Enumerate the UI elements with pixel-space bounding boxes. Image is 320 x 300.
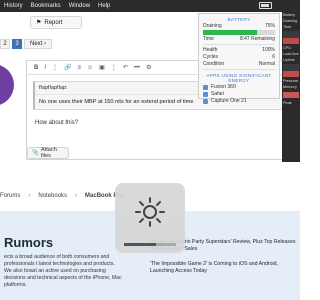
breadcrumb: Forums › Notebooks › MacBook Pro: [0, 193, 123, 199]
draining-value: 75%: [264, 23, 275, 29]
footer-title: Rumors: [4, 235, 54, 250]
page-2-button[interactable]: 2: [0, 39, 10, 49]
energy-app-item[interactable]: Fusion 360: [199, 84, 279, 90]
cycles-label: Cycles: [203, 54, 219, 60]
peak-bar: [283, 92, 299, 98]
stats-side-panel: Battery Draining Time CPU Load Ave Uptim…: [282, 12, 300, 162]
footer-description: ects a broad audience of both consumers …: [4, 254, 122, 288]
menu-bookmarks[interactable]: Bookmarks: [31, 3, 61, 9]
condition-label: Condition: [203, 61, 225, 67]
battery-icon[interactable]: [259, 2, 272, 9]
breadcrumb-forums[interactable]: Forums: [0, 193, 20, 199]
undo-icon[interactable]: ↶: [123, 64, 128, 71]
list-icon[interactable]: ≡: [78, 65, 82, 71]
condition-value: Normal: [258, 61, 275, 67]
link-icon[interactable]: 🔗: [64, 64, 71, 71]
brightness-level-fill: [124, 243, 157, 246]
stat-label: Memory: [283, 85, 297, 89]
italic-button[interactable]: I: [44, 65, 46, 71]
draining-label: Draining: [203, 23, 222, 29]
stat-label: Uptime: [283, 58, 296, 62]
reply-text[interactable]: How about this?: [35, 120, 299, 126]
health-row: Health 100%: [199, 47, 279, 53]
chevron-right-icon: ›: [44, 41, 47, 47]
news-item[interactable]: 'The Impossible Game 2' is Coming to iOS…: [150, 261, 300, 275]
report-label: Report: [44, 19, 63, 26]
more-format-icon[interactable]: ⋮: [52, 64, 58, 71]
next-page-button[interactable]: Next ›: [24, 39, 53, 49]
condition-row: Condition Normal: [199, 61, 279, 67]
menu-history[interactable]: History: [4, 3, 23, 9]
health-value: 100%: [262, 47, 275, 53]
more-options-icon[interactable]: •••: [134, 65, 140, 71]
fusion-360-app-icon: [203, 84, 208, 90]
brightness-icon: [135, 197, 165, 227]
divider: [203, 44, 275, 45]
bold-button[interactable]: B: [34, 65, 38, 71]
time-value: 8:47 Remaining: [239, 36, 275, 42]
breadcrumb-notebooks[interactable]: Notebooks: [38, 193, 67, 199]
cpu-graph: [283, 31, 299, 44]
emoji-icon[interactable]: ☺: [87, 65, 93, 71]
time-row: Time 8:47 Remaining: [199, 36, 279, 42]
image-icon[interactable]: ▣: [99, 64, 105, 71]
page-3-button[interactable]: 3: [12, 39, 22, 49]
flag-icon: ⚑: [36, 20, 42, 26]
app-name: Fusion 360: [211, 84, 236, 90]
safari-app-icon: [203, 91, 208, 97]
cycles-row: Cycles 6: [199, 54, 279, 60]
settings-icon[interactable]: ⚙: [146, 64, 151, 71]
cpu-graph-fill: [283, 38, 299, 44]
menu-help[interactable]: Help: [98, 3, 110, 9]
battery-charge-meter: [203, 30, 275, 35]
avatar[interactable]: [0, 64, 14, 106]
health-label: Health: [203, 47, 218, 53]
paperclip-icon: 📎: [32, 150, 39, 156]
menu-window[interactable]: Window: [69, 3, 90, 9]
battery-menu-panel: BATTERY Draining 75% Time 8:47 Remaining…: [198, 13, 280, 104]
breadcrumb-separator-icon: ›: [28, 193, 31, 199]
capture-one-app-icon: [203, 98, 208, 104]
pagination: 2 3 Next ›: [0, 39, 53, 49]
energy-app-item[interactable]: Safari: [199, 91, 279, 97]
attach-files-button[interactable]: 📎 Attach files: [27, 147, 69, 159]
stat-label: Time: [283, 25, 292, 29]
memory-graph-fill: [283, 71, 299, 77]
memory-graph: [283, 64, 299, 77]
cycles-value: 6: [272, 54, 275, 60]
app-name: Safari: [211, 91, 225, 97]
report-button[interactable]: ⚑ Report: [30, 16, 82, 29]
app-name: Capture One 21: [211, 98, 247, 104]
divider: [203, 69, 275, 70]
menu-bar: History Bookmarks Window Help: [0, 0, 300, 12]
brightness-level-bar: [124, 243, 176, 246]
battery-header: BATTERY: [227, 17, 251, 22]
stat-label: Peak: [283, 101, 292, 105]
draining-row: Draining 75%: [199, 23, 279, 29]
apps-energy-header: APPS USING SIGNIFICANT ENERGY: [206, 73, 272, 83]
attach-label: Attach files: [40, 147, 57, 159]
battery-charge-fill: [203, 30, 257, 35]
time-label: Time: [203, 36, 214, 42]
next-label: Next: [30, 41, 43, 47]
more-insert-icon[interactable]: ⋮: [111, 64, 117, 71]
brightness-hud: [115, 183, 185, 253]
breadcrumb-separator-icon: ›: [75, 193, 78, 199]
energy-app-item[interactable]: Capture One 21: [199, 98, 279, 104]
